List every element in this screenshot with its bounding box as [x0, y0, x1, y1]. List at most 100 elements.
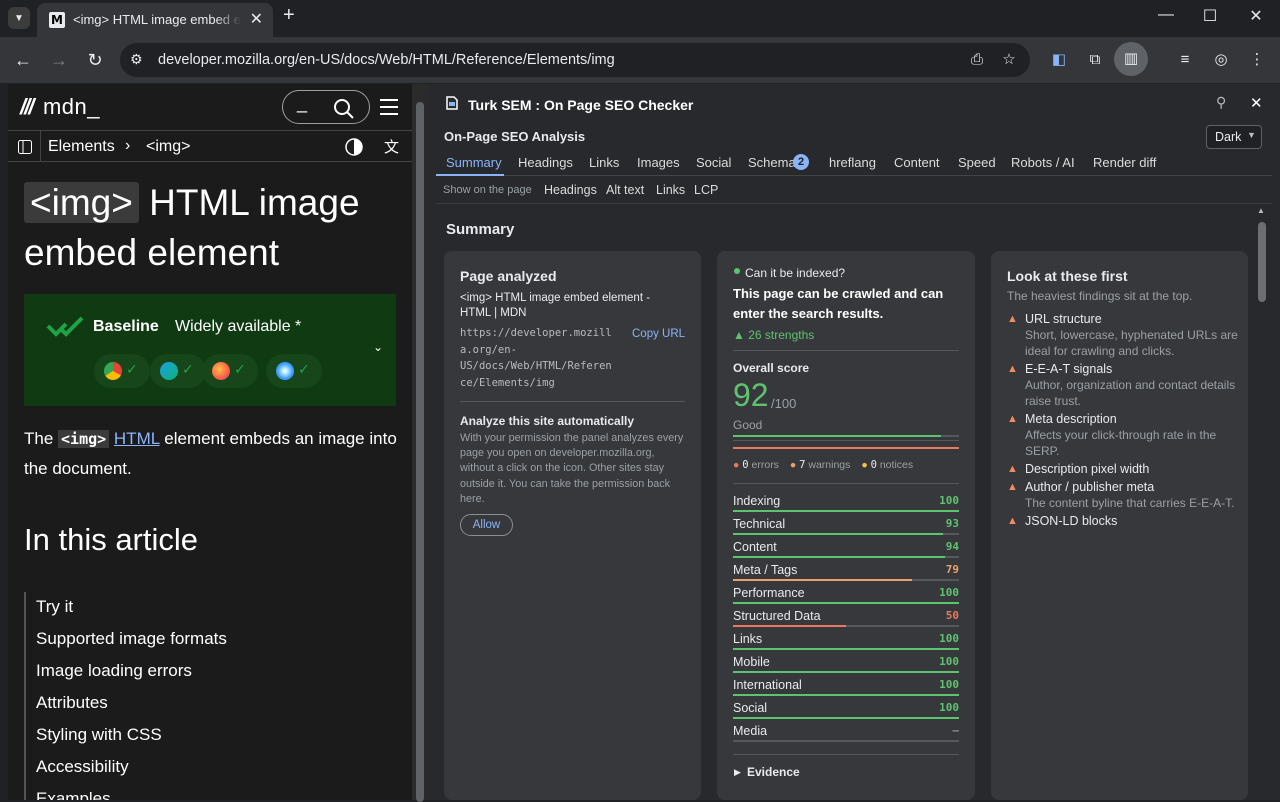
- close-panel-icon[interactable]: ✕: [1250, 94, 1263, 112]
- intro-paragraph: The <img> HTML element embeds an image i…: [24, 429, 397, 478]
- finding-item[interactable]: ▲ URL structure Short, lowercase, hyphenat…: [1007, 311, 1239, 359]
- supported-check-icon: ✓: [234, 361, 246, 377]
- tab-social[interactable]: Social: [696, 155, 731, 170]
- issue-counts: ● 0 errors ● 7 warnings ● 0 notices: [733, 459, 914, 471]
- disclosure-triangle-icon[interactable]: ▶: [734, 767, 741, 778]
- category-bar-fill: [733, 694, 959, 696]
- indexability-card: Can it be indexed? This page can be craw…: [717, 251, 975, 800]
- extensions-puzzle-icon[interactable]: ⧉: [1084, 49, 1106, 71]
- toc-item[interactable]: Styling with CSS: [36, 720, 404, 752]
- close-window-icon[interactable]: ✕: [1246, 6, 1266, 26]
- mdn-m-logo-icon: ///: [20, 94, 34, 119]
- tab-headings[interactable]: Headings: [518, 155, 573, 170]
- media-queue-icon[interactable]: ≡: [1174, 49, 1196, 71]
- allow-button[interactable]: Allow: [460, 514, 513, 536]
- finding-item[interactable]: ▲ E-E-A-T signals Author, organization and…: [1007, 361, 1239, 409]
- tab-hreflang[interactable]: hreflang: [829, 155, 876, 170]
- category-score-row: Media –: [733, 722, 959, 745]
- edge-icon: [160, 362, 178, 380]
- maximize-icon[interactable]: ☐: [1200, 6, 1220, 26]
- close-tab-icon[interactable]: ✕: [250, 9, 263, 29]
- category-score-row: Content 94: [733, 538, 959, 561]
- tab-search-chevron-icon[interactable]: ▼: [8, 7, 30, 29]
- tab-links[interactable]: Links: [589, 155, 619, 170]
- tab-content[interactable]: Content: [894, 155, 940, 170]
- finding-item[interactable]: ▲ JSON-LD blocks: [1007, 513, 1239, 529]
- document-icon: [446, 96, 458, 110]
- finding-item[interactable]: ▲ Author / publisher meta The content byli…: [1007, 479, 1239, 511]
- address-url[interactable]: developer.mozilla.org/en-US/docs/Web/HTM…: [158, 52, 615, 68]
- new-tab-plus-icon[interactable]: +: [283, 4, 295, 27]
- toc-item[interactable]: Attributes: [36, 688, 404, 720]
- highlight-links[interactable]: Links: [656, 183, 685, 197]
- panel-tabs: Summary Headings Links Images Social Sch…: [436, 152, 1272, 176]
- finding-item[interactable]: ▲ Description pixel width: [1007, 461, 1239, 477]
- panel-scrollbar-thumb[interactable]: [1258, 222, 1266, 302]
- scroll-up-icon[interactable]: ▲: [1257, 206, 1265, 215]
- html-link[interactable]: HTML: [114, 429, 160, 448]
- baseline-status: Widely available *: [175, 318, 302, 335]
- browser-tab[interactable]: M <img> HTML image embed element ✕: [37, 3, 273, 37]
- profile-avatar-icon[interactable]: ◎: [1210, 49, 1232, 71]
- address-bar[interactable]: ⚙ developer.mozilla.org/en-US/docs/Web/H…: [120, 43, 1030, 77]
- toc-item[interactable]: Supported image formats: [36, 624, 404, 656]
- tab-speed[interactable]: Speed: [958, 155, 996, 170]
- mdn-favicon-icon: M: [49, 12, 65, 28]
- mdn-scrollbar[interactable]: [412, 84, 428, 802]
- theme-switcher-icon[interactable]: [344, 137, 364, 157]
- strengths-count: ▲ 26 strengths: [733, 328, 815, 342]
- toc-item[interactable]: Image loading errors: [36, 656, 404, 688]
- toc-item[interactable]: Examples: [36, 784, 404, 800]
- more-menu-icon[interactable]: ⋮: [1246, 49, 1268, 71]
- category-value: 100: [939, 678, 959, 691]
- sidebar-toggle-icon[interactable]: [18, 140, 32, 154]
- toc-item[interactable]: Accessibility: [36, 752, 404, 784]
- theme-select[interactable]: Dark ▼: [1206, 125, 1262, 149]
- evidence-toggle[interactable]: Evidence: [747, 765, 800, 779]
- scrollbar-thumb[interactable]: [416, 102, 424, 802]
- category-label: Content: [733, 540, 777, 554]
- finding-label: Author / publisher meta: [1025, 480, 1155, 494]
- look-first-subtitle: The heaviest findings sit at the top.: [1007, 289, 1193, 303]
- tab-robots-ai[interactable]: Robots / AI: [1011, 155, 1075, 170]
- tab-schema[interactable]: Schema: [748, 155, 796, 170]
- panel-scrollbar[interactable]: ▲: [1257, 206, 1266, 800]
- tab-render-diff[interactable]: Render diff: [1093, 155, 1156, 170]
- finding-item[interactable]: ▲ Meta description Affects your click-thro…: [1007, 411, 1239, 459]
- toc-item[interactable]: Try it: [36, 592, 404, 624]
- highlight-lcp[interactable]: LCP: [694, 183, 718, 197]
- language-translate-icon[interactable]: 文: [384, 136, 399, 157]
- breadcrumb-divider: [40, 131, 41, 161]
- baseline-banner[interactable]: Baseline Widely available * ⌄ ✓ ✓ ✓ ✓: [24, 294, 396, 406]
- install-app-icon[interactable]: ⎙: [966, 49, 988, 71]
- category-value: 94: [945, 540, 959, 553]
- category-score-row: Social 100: [733, 699, 959, 722]
- highlight-headings[interactable]: Headings: [544, 183, 597, 197]
- breadcrumb-elements[interactable]: Elements: [48, 138, 115, 156]
- safari-support-pill: ✓: [266, 354, 322, 388]
- category-label: Indexing: [733, 494, 781, 508]
- bookmark-star-icon[interactable]: ☆: [998, 49, 1020, 71]
- minimize-icon[interactable]: —: [1156, 6, 1176, 24]
- seo-extension-icon[interactable]: ◧: [1048, 49, 1070, 71]
- highlight-alt-text[interactable]: Alt text: [606, 183, 644, 197]
- breadcrumb-current[interactable]: <img>: [146, 138, 190, 156]
- tab-summary[interactable]: Summary: [446, 155, 502, 170]
- mdn-logo[interactable]: /// mdn_: [20, 94, 100, 120]
- auto-analyze-description: With your permission the panel analyzes …: [460, 432, 684, 505]
- copy-url-button[interactable]: Copy URL: [632, 328, 685, 340]
- mdn-search-button[interactable]: _: [282, 90, 370, 124]
- side-panel-icon[interactable]: ▥: [1114, 42, 1148, 76]
- site-info-tune-icon[interactable]: ⚙: [130, 51, 143, 68]
- reload-icon[interactable]: ↻: [84, 49, 106, 71]
- browser-toolbar: ← → ↻ ⚙ developer.mozilla.org/en-US/docs…: [0, 37, 1280, 83]
- category-bar-fill: [733, 717, 959, 719]
- tab-images[interactable]: Images: [637, 155, 680, 170]
- hamburger-menu-icon[interactable]: [380, 98, 400, 116]
- notice-dot-icon: ●: [861, 459, 868, 471]
- unpin-icon[interactable]: ⚲: [1216, 94, 1226, 111]
- auto-analyze-title: Analyze this site automatically: [460, 414, 635, 428]
- chevron-down-icon[interactable]: ⌄: [373, 340, 383, 354]
- back-arrow-icon[interactable]: ←: [12, 49, 34, 71]
- forward-arrow-icon[interactable]: →: [48, 49, 70, 71]
